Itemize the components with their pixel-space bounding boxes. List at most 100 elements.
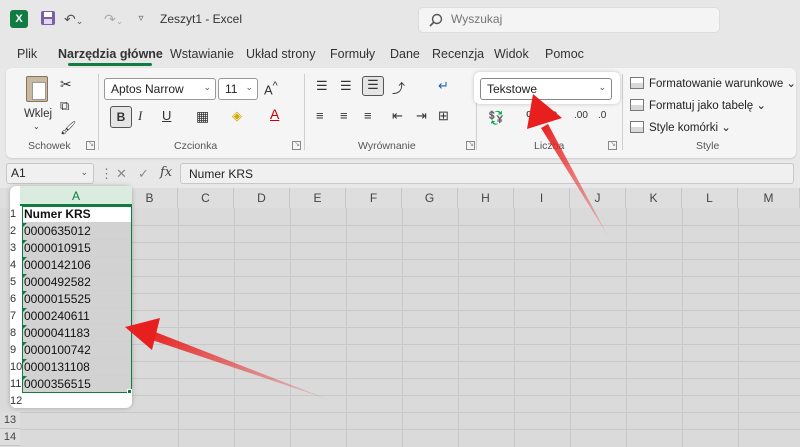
align-center-icon[interactable]: ≡ [340, 108, 348, 123]
more-options-icon[interactable]: ⋮ [100, 166, 113, 182]
cell-a4[interactable]: 0000142106 [22, 257, 132, 274]
comma-style-icon[interactable]: ⁹ [552, 108, 558, 123]
font-launcher-icon[interactable]: ↘ [292, 141, 301, 150]
column-header-l[interactable]: L [682, 188, 738, 208]
cell-a3[interactable]: 0000010915 [22, 240, 132, 257]
cell-a9[interactable]: 0000100742 [22, 342, 132, 359]
row-header-12[interactable]: 12 [10, 395, 22, 407]
row-header-11[interactable]: 11 [10, 378, 22, 390]
tab-formuly[interactable]: Formuły [330, 47, 375, 61]
fill-color-icon[interactable]: ◈ [232, 108, 242, 124]
chevron-down-icon: ⌄ [598, 82, 606, 92]
increase-font-icon[interactable]: A^ [264, 80, 278, 97]
paste-dropdown-icon[interactable]: ⌄ [33, 122, 40, 131]
paste-button[interactable]: Wklej ⌄ [18, 74, 58, 131]
cell-styles-button[interactable]: Style komórki ⌄ [630, 120, 731, 134]
increase-decimal-icon[interactable]: .00 [574, 110, 588, 121]
format-painter-icon[interactable]: 🖌 [60, 120, 77, 136]
insert-function-icon[interactable]: fx [160, 165, 172, 180]
row-header-6[interactable]: 6 [10, 293, 22, 305]
tab-plik[interactable]: Plik [17, 47, 37, 61]
align-middle-icon[interactable]: ☰ [340, 78, 352, 94]
font-name-select[interactable]: Aptos Narrow ⌄ [104, 78, 216, 100]
column-header-k[interactable]: K [626, 188, 682, 208]
row-header-8[interactable]: 8 [10, 327, 22, 339]
row-header-13[interactable]: 13 [0, 412, 20, 429]
format-as-table-button[interactable]: Formatuj jako tabelę ⌄ [630, 98, 766, 112]
column-header-e[interactable]: E [290, 188, 346, 208]
decrease-decimal-icon[interactable]: .0 [598, 110, 606, 121]
cell-a5[interactable]: 0000492582 [22, 274, 132, 291]
name-box[interactable]: A1 ⌄ [6, 163, 94, 184]
redo-icon[interactable]: ↷⌄ [104, 10, 124, 28]
tab-recenzja[interactable]: Recenzja [432, 47, 484, 61]
column-header-g[interactable]: G [402, 188, 458, 208]
row-header-9[interactable]: 9 [10, 344, 22, 356]
formula-input[interactable]: Numer KRS [180, 163, 794, 184]
number-format-select[interactable]: Tekstowe ⌄ [480, 78, 612, 100]
align-top-icon[interactable]: ☰ [316, 78, 328, 94]
underline-button[interactable]: U [162, 108, 171, 123]
tab-dane[interactable]: Dane [390, 47, 420, 61]
tab-pomoc[interactable]: Pomoc [545, 47, 584, 61]
cut-icon[interactable]: ✂ [60, 76, 72, 93]
row-header-1[interactable]: 1 [10, 208, 22, 220]
bold-button[interactable]: B [110, 106, 132, 128]
search-input[interactable] [451, 12, 701, 26]
row-header-2[interactable]: 2 [10, 225, 22, 237]
orientation-icon[interactable]: ⤴ [392, 78, 405, 97]
fill-handle[interactable] [127, 389, 132, 394]
clipboard-launcher-icon[interactable]: ↘ [86, 141, 95, 150]
search-box[interactable] [418, 7, 720, 33]
italic-button[interactable]: I [138, 108, 142, 124]
undo-icon[interactable]: ↶⌄ [64, 10, 84, 28]
cell-a1[interactable]: Numer KRS [22, 206, 132, 223]
decrease-indent-icon[interactable]: ⇤ [392, 108, 403, 124]
column-header-h[interactable]: H [458, 188, 514, 208]
column-header-j[interactable]: J [570, 188, 626, 208]
percent-button[interactable]: % [526, 108, 539, 125]
number-launcher-icon[interactable]: ↘ [608, 141, 617, 150]
customize-quick-access-icon[interactable]: ▿ [132, 10, 150, 28]
enter-icon[interactable]: ✓ [138, 166, 149, 182]
column-header-a[interactable]: A [20, 186, 132, 206]
increase-indent-icon[interactable]: ⇥ [416, 108, 427, 124]
column-header-i[interactable]: I [514, 188, 570, 208]
column-header-m[interactable]: M [738, 188, 800, 208]
conditional-formatting-button[interactable]: Formatowanie warunkowe ⌄ [630, 76, 796, 90]
row-header-7[interactable]: 7 [10, 310, 22, 322]
copy-icon[interactable]: ⧉ [60, 98, 69, 114]
cell-a11[interactable]: 0000356515 [22, 376, 132, 393]
wrap-text-icon[interactable]: ↵ [438, 78, 449, 94]
row-header-14[interactable]: 14 [0, 429, 20, 446]
column-header-f[interactable]: F [346, 188, 402, 208]
alignment-launcher-icon[interactable]: ↘ [466, 141, 475, 150]
font-size-select[interactable]: 11 ⌄ [218, 78, 258, 100]
column-header-d[interactable]: D [234, 188, 290, 208]
row-header-4[interactable]: 4 [10, 259, 22, 271]
borders-icon[interactable]: ▦ [196, 108, 209, 125]
merge-center-icon[interactable]: ⊞ [438, 108, 449, 124]
cell-a6[interactable]: 0000015525 [22, 291, 132, 308]
cell-a2[interactable]: 0000635012 [22, 223, 132, 240]
redo-dropdown-icon[interactable]: ⌄ [116, 16, 124, 26]
save-icon[interactable] [40, 10, 58, 28]
tab-narzedzia-glowne[interactable]: Narzędzia główne [58, 47, 163, 66]
tab-uklad-strony[interactable]: Układ strony [246, 47, 315, 61]
cancel-icon[interactable]: ✕ [116, 166, 127, 182]
align-bottom-icon[interactable]: ☰ [362, 76, 384, 96]
accounting-format-icon[interactable]: 💱 [488, 110, 504, 126]
cell-a10[interactable]: 0000131108 [22, 359, 132, 376]
undo-dropdown-icon[interactable]: ⌄ [76, 16, 84, 26]
align-right-icon[interactable]: ≡ [364, 108, 372, 123]
cell-a8[interactable]: 0000041183 [22, 325, 132, 342]
row-header-5[interactable]: 5 [10, 276, 22, 288]
cell-a7[interactable]: 0000240611 [22, 308, 132, 325]
column-header-c[interactable]: C [178, 188, 234, 208]
row-header-10[interactable]: 10 [10, 361, 22, 373]
align-left-icon[interactable]: ≡ [316, 108, 324, 123]
row-header-3[interactable]: 3 [10, 242, 22, 254]
tab-wstawianie[interactable]: Wstawianie [170, 47, 234, 61]
tab-widok[interactable]: Widok [494, 47, 529, 61]
font-color-icon[interactable]: A [270, 106, 279, 122]
